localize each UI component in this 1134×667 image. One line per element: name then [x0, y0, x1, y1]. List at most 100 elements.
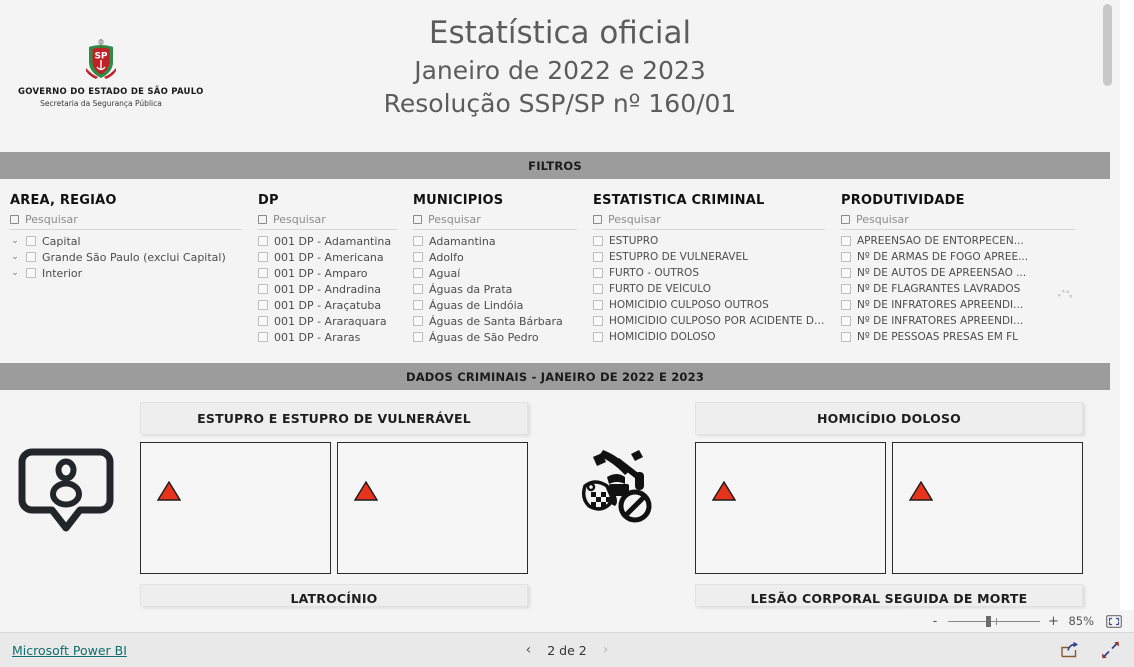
- checkbox[interactable]: [841, 316, 851, 326]
- checkbox[interactable]: [593, 236, 603, 246]
- checkbox[interactable]: [258, 332, 268, 342]
- chevron-down-icon[interactable]: ⌄: [10, 233, 20, 249]
- checkbox[interactable]: [841, 236, 851, 246]
- checkbox[interactable]: [593, 284, 603, 294]
- list-item[interactable]: 001 DP - Araraquara: [258, 313, 397, 329]
- checkbox[interactable]: [593, 316, 603, 326]
- list-item[interactable]: Nº DE INFRATORES APREENDI...: [841, 313, 1075, 329]
- checkbox[interactable]: [258, 236, 268, 246]
- list-item[interactable]: FURTO DE VEÍCULO: [593, 281, 825, 297]
- slicer-dp[interactable]: DP Pesquisar 001 DP - Adamantina 001 DP …: [248, 193, 403, 343]
- list-item[interactable]: ESTUPRO DE VULNERÁVEL: [593, 249, 825, 265]
- checkbox[interactable]: [841, 252, 851, 262]
- chevron-right-icon[interactable]: ›: [603, 642, 609, 658]
- slicer-list[interactable]: APREENSÃO DE ENTORPECEN... Nº DE ARMAS D…: [841, 233, 1075, 343]
- list-item[interactable]: ⌄ Interior: [10, 265, 242, 281]
- fullscreen-icon[interactable]: [1101, 641, 1120, 659]
- checkbox[interactable]: [258, 268, 268, 278]
- list-item-label: APREENSÃO DE ENTORPECEN...: [857, 235, 1024, 247]
- list-item[interactable]: Adolfo: [413, 249, 577, 265]
- scrollbar-thumb[interactable]: [1103, 4, 1112, 86]
- kpi-box-2022[interactable]: [695, 442, 886, 574]
- slicer-municipios[interactable]: MUNICÍPIOS Pesquisar Adamantina Adolfo A…: [403, 193, 583, 343]
- list-item[interactable]: Águas de Lindóia: [413, 297, 577, 313]
- list-item[interactable]: Adamantina: [413, 233, 577, 249]
- checkbox[interactable]: [413, 284, 423, 294]
- checkbox[interactable]: [413, 268, 423, 278]
- list-item[interactable]: 001 DP - Araçatuba: [258, 297, 397, 313]
- search-input[interactable]: Pesquisar: [841, 213, 1075, 230]
- list-item[interactable]: ⌄ Grande São Paulo (exclui Capital): [10, 249, 242, 265]
- search-input[interactable]: Pesquisar: [258, 213, 397, 230]
- chevron-down-icon[interactable]: ⌄: [10, 265, 20, 281]
- chevron-down-icon[interactable]: ⌄: [10, 249, 20, 265]
- canvas-vertical-scrollbar[interactable]: [1103, 4, 1112, 632]
- kpi-box-2023[interactable]: [337, 442, 528, 574]
- checkbox[interactable]: [26, 252, 36, 262]
- checkbox[interactable]: [593, 300, 603, 310]
- list-item[interactable]: HOMICÍDIO CULPOSO OUTROS: [593, 297, 825, 313]
- checkbox[interactable]: [593, 332, 603, 342]
- checkbox[interactable]: [841, 300, 851, 310]
- checkbox[interactable]: [841, 332, 851, 342]
- search-input[interactable]: Pesquisar: [10, 213, 242, 230]
- list-item[interactable]: FURTO - OUTROS: [593, 265, 825, 281]
- list-item[interactable]: 001 DP - Araras: [258, 329, 397, 343]
- checkbox[interactable]: [593, 252, 603, 262]
- slicer-estatistica-criminal[interactable]: ESTATÍSTICA CRIMINAL Pesquisar ESTUPRO E…: [583, 193, 831, 343]
- checkbox[interactable]: [258, 300, 268, 310]
- zoom-percentage: 85%: [1068, 614, 1094, 628]
- checkbox[interactable]: [258, 252, 268, 262]
- checkbox[interactable]: [413, 332, 423, 342]
- checkbox[interactable]: [841, 268, 851, 278]
- checkbox[interactable]: [413, 252, 423, 262]
- slicer-list[interactable]: Adamantina Adolfo Aguaí Águas da Prata Á…: [413, 233, 577, 343]
- power-bi-brand-link[interactable]: Microsoft Power BI: [12, 643, 127, 658]
- search-input[interactable]: Pesquisar: [413, 213, 577, 230]
- list-item[interactable]: APREENSÃO DE ENTORPECEN...: [841, 233, 1075, 249]
- list-item[interactable]: 001 DP - Americana: [258, 249, 397, 265]
- checkbox[interactable]: [413, 236, 423, 246]
- slicer-list[interactable]: ESTUPRO ESTUPRO DE VULNERÁVEL FURTO - OU…: [593, 233, 825, 343]
- list-item[interactable]: Águas da Prata: [413, 281, 577, 297]
- list-item[interactable]: Nº DE AUTOS DE APREENSÃO ...: [841, 265, 1075, 281]
- list-item[interactable]: Nº DE FLAGRANTES LAVRADOS: [841, 281, 1075, 297]
- chevron-left-icon[interactable]: ‹: [526, 642, 532, 658]
- zoom-in-button[interactable]: +: [1048, 614, 1059, 629]
- list-item[interactable]: HOMICÍDIO CULPOSO POR ACIDENTE DE ...: [593, 313, 825, 329]
- share-icon[interactable]: [1060, 641, 1079, 659]
- checkbox[interactable]: [26, 236, 36, 246]
- list-item[interactable]: 001 DP - Adamantina: [258, 233, 397, 249]
- checkbox[interactable]: [258, 316, 268, 326]
- slicer-area-regiao[interactable]: ÁREA, REGIÃO Pesquisar ⌄ Capital ⌄ Grand…: [0, 193, 248, 343]
- kpi-box-2023[interactable]: [892, 442, 1083, 574]
- checkbox[interactable]: [841, 284, 851, 294]
- list-item[interactable]: Nº DE PESSOAS PRESAS EM FL: [841, 329, 1075, 343]
- zoom-slider[interactable]: [948, 615, 1040, 627]
- focus-mode-icon[interactable]: [1057, 287, 1073, 301]
- checkbox[interactable]: [413, 300, 423, 310]
- checkbox[interactable]: [258, 284, 268, 294]
- slicer-produtividade[interactable]: PRODUTIVIDADE Pesquisar APREENSÃO DE ENT…: [831, 193, 1081, 343]
- zoom-out-button[interactable]: -: [930, 614, 940, 629]
- slicer-list[interactable]: 001 DP - Adamantina 001 DP - Americana 0…: [258, 233, 397, 343]
- list-item[interactable]: Aguaí: [413, 265, 577, 281]
- list-item[interactable]: Águas de São Pedro: [413, 329, 577, 343]
- checkbox[interactable]: [26, 268, 36, 278]
- list-item[interactable]: ⌄ Capital: [10, 233, 242, 249]
- list-item[interactable]: Águas de Santa Bárbara: [413, 313, 577, 329]
- list-item[interactable]: Nº DE INFRATORES APREENDI...: [841, 297, 1075, 313]
- list-item-label: Adolfo: [429, 250, 464, 264]
- list-item[interactable]: 001 DP - Amparo: [258, 265, 397, 281]
- search-input[interactable]: Pesquisar: [593, 213, 825, 230]
- checkbox[interactable]: [593, 268, 603, 278]
- zoom-slider-thumb[interactable]: [986, 615, 991, 627]
- list-item[interactable]: HOMICÍDIO DOLOSO: [593, 329, 825, 343]
- list-item[interactable]: ESTUPRO: [593, 233, 825, 249]
- list-item[interactable]: Nº DE ARMAS DE FOGO APREE...: [841, 249, 1075, 265]
- fit-to-page-icon[interactable]: [1106, 614, 1122, 628]
- slicer-list[interactable]: ⌄ Capital ⌄ Grande São Paulo (exclui Cap…: [10, 233, 242, 343]
- kpi-box-2022[interactable]: [140, 442, 331, 574]
- checkbox[interactable]: [413, 316, 423, 326]
- list-item[interactable]: 001 DP - Andradina: [258, 281, 397, 297]
